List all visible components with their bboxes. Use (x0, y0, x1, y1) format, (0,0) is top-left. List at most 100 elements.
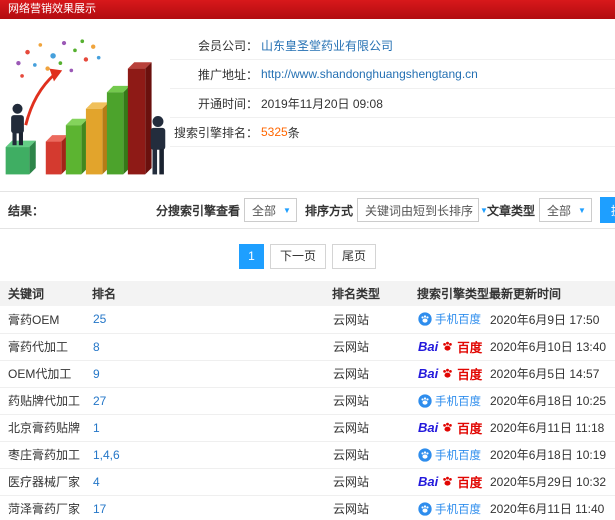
keyword-cell: OEM代加工 (0, 360, 92, 388)
col-header-keyword: 关键词 (0, 281, 92, 306)
baidu-paw-icon (443, 368, 453, 378)
keyword-cell: 膏药代加工 (0, 333, 92, 361)
col-header-updated: 最新更新时间 (489, 281, 615, 306)
page-header: 网络营销效果展示 (0, 0, 615, 19)
update-time-cell: 2020年5月29日 10:32 (489, 468, 615, 496)
baidu-logo: Bai 百度 (418, 364, 488, 383)
table-row: OEM代加工 9 云网站 Bai 百度 2020年6月5日 14:57 (0, 360, 615, 388)
open-time-value: 2019年11月20日 09:08 (261, 96, 383, 111)
keyword-cell: 枣庄膏药加工 (0, 441, 92, 469)
rank-type-cell: 云网站 (332, 441, 417, 469)
baidu-mobile-icon (418, 312, 432, 326)
keyword-cell: 北京膏药贴牌 (0, 414, 92, 442)
result-label: 结果： (8, 203, 45, 218)
rank-link[interactable]: 17 (93, 502, 106, 516)
baidu-logo: Bai 百度 (418, 418, 488, 437)
keyword-cell: 医疗器械厂家 (0, 468, 92, 496)
update-time-cell: 2020年6月18日 10:19 (489, 441, 615, 469)
table-row: 药贴牌代加工 27 云网站 手机百度 2020年6月18日 10:25 (0, 387, 615, 415)
engine-rank-count: 5325 (261, 125, 288, 139)
member-info-panel: 会员公司： 山东皇圣堂药业有限公司 推广地址： http://www.shand… (170, 19, 615, 191)
baidu-mobile-text: 手机百度 (435, 449, 481, 462)
baidu-mobile-icon (418, 501, 432, 516)
businessman-left (11, 103, 24, 146)
rank-link[interactable]: 25 (93, 312, 106, 326)
baidu-paw-icon (443, 476, 453, 486)
engine-rank-unit: 条 (287, 125, 300, 140)
baidu-mobile-icon (418, 393, 432, 408)
company-label: 会员公司： (197, 38, 258, 53)
col-header-rank-type: 排名类型 (332, 281, 417, 306)
company-link[interactable]: 山东皇圣堂药业有限公司 (261, 37, 393, 54)
engine-select[interactable]: 全部 ▼ (244, 198, 297, 222)
chevron-down-icon: ▼ (578, 205, 586, 215)
bar-red (45, 135, 68, 175)
table-row: 北京膏药贴牌 1 云网站 Bai 百度 2020年6月11日 11:18 (0, 414, 615, 442)
sort-select-value: 关键词由短到长排序 (364, 203, 473, 218)
rank-type-cell: 云网站 (332, 306, 417, 334)
rank-type-cell: 云网站 (332, 468, 417, 496)
rank-type-cell: 云网站 (332, 495, 417, 520)
update-time-cell: 2020年6月10日 13:40 (489, 333, 615, 361)
keyword-cell: 膏药OEM (0, 306, 92, 334)
engine-rank-label: 搜索引擎排名： (173, 125, 258, 140)
open-time-label: 开通时间： (197, 96, 258, 111)
rank-link[interactable]: 8 (93, 340, 100, 354)
update-time-cell: 2020年6月11日 11:40 (489, 495, 615, 520)
info-section: 会员公司： 山东皇圣堂药业有限公司 推广地址： http://www.shand… (0, 19, 615, 191)
article-type-label: 文章类型 (486, 203, 535, 218)
baidu-latin-text: Bai (418, 474, 439, 489)
rank-link[interactable]: 9 (93, 367, 100, 381)
baidu-logo: Bai 百度 (418, 337, 488, 356)
sort-select[interactable]: 关键词由短到长排序 ▼ (356, 198, 488, 222)
baidu-mobile-logo: 手机百度 (418, 311, 488, 327)
promotion-url-link[interactable]: http://www.shandonghuangshengtang.cn (261, 67, 478, 81)
filter-bar: 结果： 分搜索引擎查看 全部 ▼ 排序方式 关键词由短到长排序 ▼ 文章类型 全… (0, 191, 615, 229)
results-table: 关键词 排名 排名类型 搜索引擎类型 最新更新时间 膏药OEM 25 云网站 手… (0, 281, 615, 520)
table-row: 膏药代加工 8 云网站 Bai 百度 2020年6月10日 13:40 (0, 333, 615, 361)
rank-link[interactable]: 1 (93, 421, 100, 435)
last-page-button[interactable]: 尾页 (332, 244, 377, 269)
keyword-cell: 菏泽膏药厂家 (0, 495, 92, 520)
marketing-illustration (0, 19, 170, 191)
article-type-select[interactable]: 全部 ▼ (538, 198, 592, 222)
update-time-cell: 2020年6月5日 14:57 (489, 360, 615, 388)
baidu-mobile-text: 手机百度 (435, 395, 481, 408)
growth-arrow-icon (24, 68, 63, 126)
update-time-cell: 2020年6月18日 10:25 (489, 387, 615, 415)
rank-link[interactable]: 1,4,6 (93, 448, 120, 462)
baidu-mobile-logo: 手机百度 (418, 393, 488, 409)
submit-button[interactable]: 提交 (599, 197, 615, 223)
promotion-url-label: 推广地址： (197, 67, 258, 82)
promotion-url-row: 推广地址： http://www.shandonghuangshengtang.… (170, 60, 615, 89)
update-time-cell: 2020年6月9日 17:50 (489, 306, 615, 334)
baidu-latin-text: Bai (418, 366, 439, 381)
col-header-rank: 排名 (92, 281, 332, 306)
company-row: 会员公司： 山东皇圣堂药业有限公司 (170, 31, 615, 60)
page: 网络营销效果展示 会员公司： 山东皇圣堂药业有限公司 推广地址： http://… (0, 0, 615, 520)
growth-chart-illustration (5, 39, 166, 175)
rank-link[interactable]: 4 (93, 475, 100, 489)
businessman-right (150, 116, 166, 175)
bar-maroon (127, 62, 152, 175)
baidu-mobile-text: 手机百度 (435, 314, 481, 327)
chevron-down-icon: ▼ (283, 205, 291, 215)
table-row: 枣庄膏药加工 1,4,6 云网站 手机百度 2020年6月18日 10:19 (0, 441, 615, 469)
bar-green-1 (65, 118, 88, 175)
baidu-logo: Bai 百度 (418, 472, 488, 491)
engine-rank-row: 搜索引擎排名： 5325 条 (170, 118, 615, 147)
green-cube (5, 140, 36, 175)
baidu-cn-text: 百度 (457, 422, 483, 436)
baidu-cn-text: 百度 (457, 341, 483, 355)
baidu-paw-icon (443, 341, 453, 351)
bar-green-2 (106, 85, 130, 175)
engine-filter-label: 分搜索引擎查看 (156, 203, 241, 218)
page-number-current[interactable]: 1 (238, 244, 264, 269)
baidu-cn-text: 百度 (457, 368, 483, 382)
next-page-button[interactable]: 下一页 (269, 244, 326, 269)
rank-link[interactable]: 27 (93, 394, 106, 408)
article-type-select-value: 全部 (546, 203, 571, 218)
baidu-latin-text: Bai (418, 420, 439, 435)
page-title: 网络营销效果展示 (8, 3, 96, 15)
sort-filter-label: 排序方式 (304, 203, 353, 218)
